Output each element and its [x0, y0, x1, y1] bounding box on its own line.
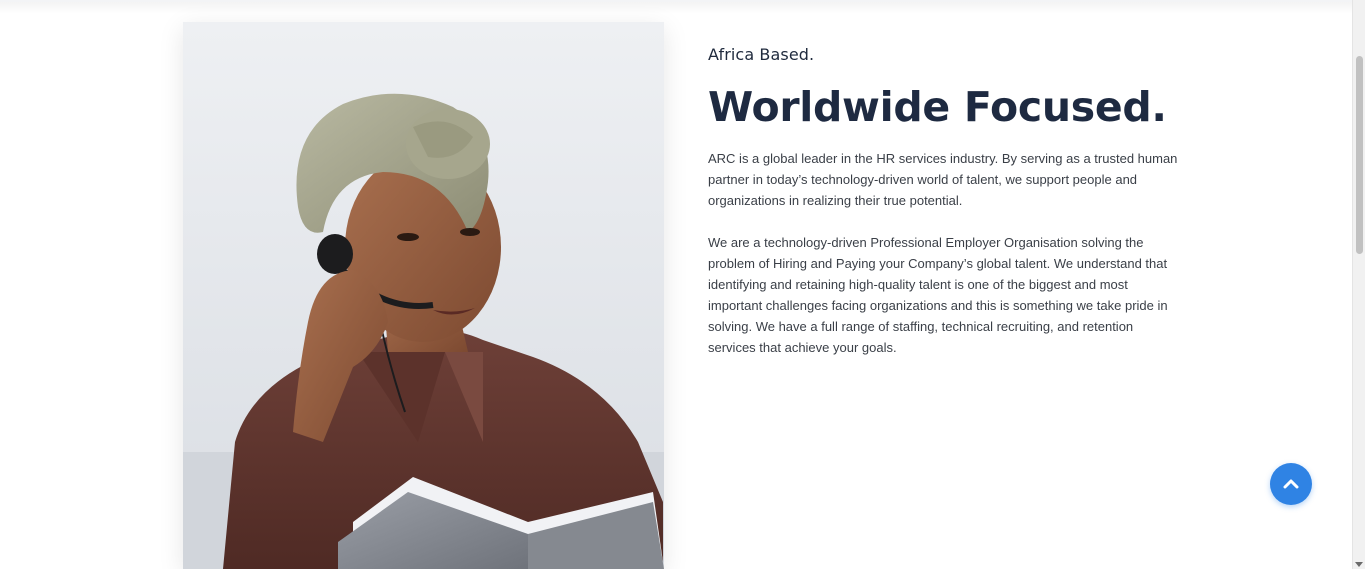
hero-paragraph-1: ARC is a global leader in the HR service… — [708, 151, 1178, 208]
page-scrollbar[interactable] — [1352, 0, 1365, 569]
hero-paragraph-2: We are a technology-driven Professional … — [708, 235, 1168, 355]
hero-eyebrow: Africa Based. — [708, 45, 815, 64]
chevron-up-icon — [1283, 479, 1299, 489]
header-edge — [0, 0, 1352, 2]
hero-content: Africa Based. Worldwide Focused. ARC is … — [708, 44, 1178, 358]
scroll-down-arrow-icon[interactable] — [1355, 562, 1363, 567]
scroll-to-top-button[interactable] — [1270, 463, 1312, 505]
header-shadow — [0, 0, 1352, 14]
scrollbar-thumb[interactable] — [1356, 56, 1363, 254]
hero-photo — [183, 22, 664, 569]
hero-headline: Worldwide Focused. — [708, 83, 1167, 131]
